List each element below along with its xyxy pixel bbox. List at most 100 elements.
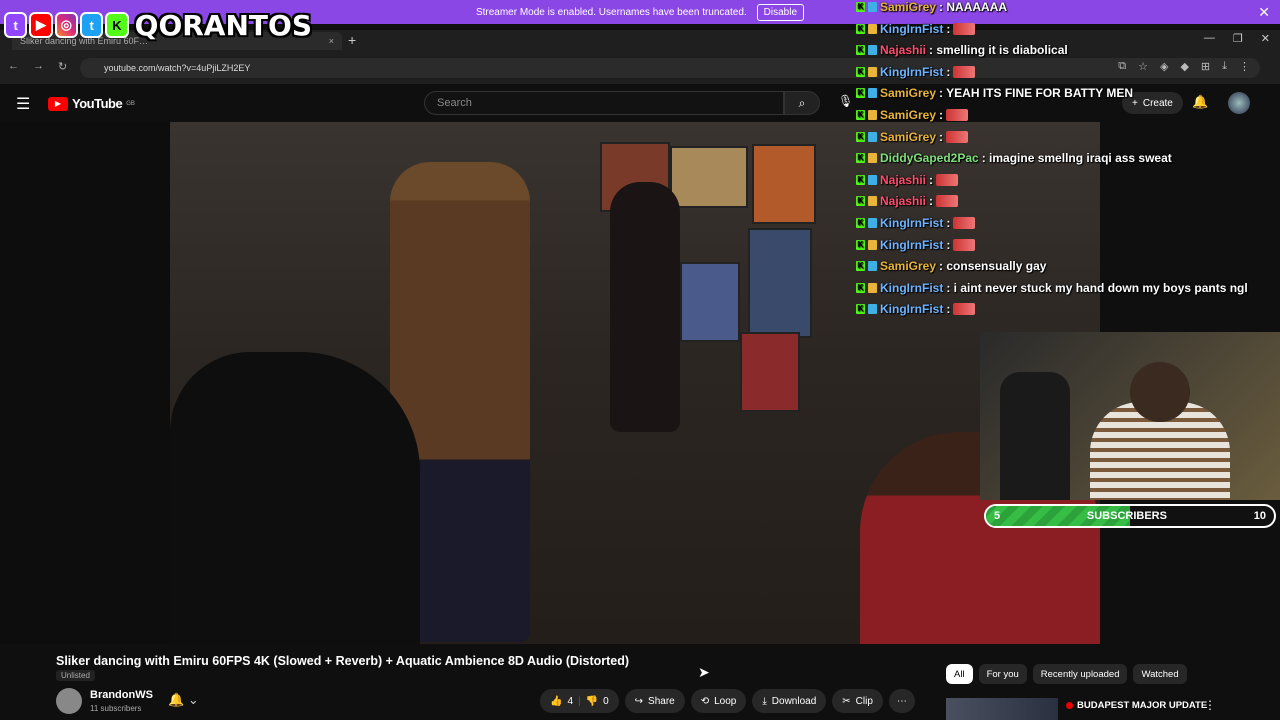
filter-chip[interactable]: Recently uploaded — [1032, 664, 1128, 684]
chat-username: SamiGrey — [880, 86, 937, 101]
clip-button[interactable]: ✂ Clip — [832, 689, 883, 713]
download-button[interactable]: ⤓ Download — [752, 689, 827, 713]
kebab-menu-icon[interactable]: ⋮ — [1204, 698, 1216, 712]
subscriber-badge-icon — [868, 282, 877, 293]
streamer-head — [1130, 362, 1190, 422]
subscriber-badge-icon — [868, 131, 877, 142]
channel-name[interactable]: BrandonWS — [90, 689, 153, 701]
recommended-video-title[interactable]: BUDAPEST MAJOR UPDATE — [1066, 700, 1207, 711]
subscriber-badge-icon — [868, 196, 877, 207]
scissors-icon: ✂ — [842, 695, 851, 707]
channel-avatar[interactable] — [56, 688, 82, 714]
subscriber-badge-icon — [868, 153, 877, 164]
disable-streamer-mode-button[interactable]: Disable — [756, 3, 805, 21]
share-icon: ↪ — [634, 695, 644, 707]
chat-message: K SamiGrey: — [856, 129, 969, 144]
chat-text: : i aint never stuck my hand down my boy… — [946, 280, 1248, 295]
subscriber-badge-icon — [868, 23, 877, 34]
wall-poster — [680, 262, 740, 342]
thumbs-up-icon: 👍 — [550, 695, 563, 707]
brand-name: QORANTOS — [134, 8, 312, 42]
chat-username: KingIrnFist — [880, 216, 944, 230]
kick-badge-icon: K — [856, 110, 865, 120]
region-code: GB — [126, 100, 135, 107]
chat-text: : — [939, 129, 944, 144]
chat-emote — [946, 130, 969, 143]
chat-text: : NAAAAAA — [939, 0, 1008, 14]
kick-icon: K — [105, 12, 129, 38]
filter-chip[interactable]: All — [946, 664, 973, 684]
loop-button[interactable]: ⟲ Loop — [690, 689, 747, 713]
banner-text: Streamer Mode is enabled. Usernames have… — [475, 6, 747, 18]
bell-icon: 🔔 — [168, 692, 185, 707]
subscriber-badge-icon — [868, 110, 877, 120]
search-icon: ⌕ — [798, 95, 806, 110]
youtube-icon: ▶ — [29, 12, 53, 38]
kick-badge-icon: K — [856, 304, 865, 315]
chat-username: KingIrnFist — [880, 302, 944, 317]
thumbs-down-icon: 👎 — [585, 695, 599, 707]
chat-message: K KingIrnFist: i aint never stuck my hand… — [856, 281, 1248, 295]
player-left-dark-area — [0, 122, 170, 644]
wall-poster — [670, 146, 748, 208]
chat-username: SamiGrey — [880, 259, 937, 274]
subscriber-badge-icon — [868, 304, 877, 315]
new-tab-icon[interactable]: + — [348, 32, 356, 48]
subscriber-badge-icon — [868, 88, 877, 99]
chat-text: : consensually gay — [939, 259, 1047, 274]
chat-username: KingIrnFist — [880, 280, 944, 295]
filter-chip[interactable]: For you — [978, 664, 1027, 684]
subscriber-badge-icon — [868, 218, 877, 228]
more-actions-button[interactable]: ⋯ — [888, 689, 915, 713]
youtube-logo[interactable]: ▶ YouTube GB — [48, 96, 135, 111]
kick-badge-icon: K — [856, 66, 865, 77]
kick-badge-icon: K — [856, 282, 865, 293]
chat-message: K Najashii: — [856, 194, 959, 208]
chat-username: SamiGrey — [880, 0, 937, 14]
recommended-video-thumbnail[interactable] — [946, 698, 1058, 720]
youtube-play-icon: ▶ — [48, 96, 68, 111]
subscriber-badge-icon — [868, 66, 877, 77]
chat-message: K SamiGrey: YEAH ITS FINE FOR BATTY MEN — [856, 86, 1133, 100]
chat-text: : — [939, 108, 944, 122]
subscription-bell-button[interactable]: 🔔 ⌄ — [168, 692, 199, 708]
wall-poster — [752, 144, 816, 224]
share-label: Share — [648, 695, 675, 707]
search-button[interactable]: ⌕ — [784, 91, 820, 115]
share-button[interactable]: ↪ Share — [624, 689, 685, 713]
subscriber-badge-icon — [868, 261, 877, 272]
like-dislike-button[interactable]: 👍 4 | 👎 0 — [540, 689, 619, 713]
kick-badge-icon: K — [856, 174, 865, 185]
chat-text: : imagine smellng iraqi ass sweat — [981, 151, 1172, 166]
hamburger-menu-icon[interactable]: ☰ — [16, 94, 30, 114]
chat-emote — [936, 195, 959, 208]
kick-badge-icon: K — [856, 131, 865, 142]
chat-username: KingIrnFist — [880, 237, 944, 252]
search-input[interactable]: Search — [424, 91, 784, 115]
stream-chat-overlay: K SamiGrey: NAAAAAA K KingIrnFist: K Najashii… — [852, 0, 1280, 320]
tab-close-icon[interactable]: × — [329, 36, 334, 46]
mouse-cursor-icon: ➤ — [698, 664, 710, 680]
subscriber-badge-icon — [868, 174, 877, 185]
dislike-count: 0 — [603, 695, 609, 707]
kick-badge-icon: K — [856, 153, 865, 164]
channel-subscriber-count: 11 subscribers — [90, 704, 142, 713]
forward-icon[interactable]: → — [33, 60, 44, 73]
chat-username: KingIrnFist — [880, 21, 944, 36]
reload-icon[interactable]: ↻ — [58, 60, 67, 73]
twitter-icon: t — [79, 12, 104, 38]
back-icon[interactable]: ← — [8, 60, 19, 73]
filter-chip[interactable]: Watched — [1133, 664, 1187, 684]
chat-message: K KingIrnFist: — [856, 302, 976, 317]
clip-label: Clip — [855, 695, 873, 707]
live-dot-icon — [1066, 702, 1073, 709]
chat-text: : — [946, 237, 951, 252]
download-icon: ⤓ — [762, 695, 767, 707]
chat-text: : — [946, 302, 951, 317]
subscriber-badge-icon — [868, 45, 877, 56]
chat-text: : YEAH ITS FINE FOR BATTY MEN — [939, 86, 1134, 101]
microphone-icon[interactable]: 🎙 — [838, 94, 853, 108]
subscriber-badge-icon — [868, 2, 877, 12]
chevron-down-icon: ⌄ — [187, 692, 199, 707]
wall-poster — [740, 332, 800, 412]
